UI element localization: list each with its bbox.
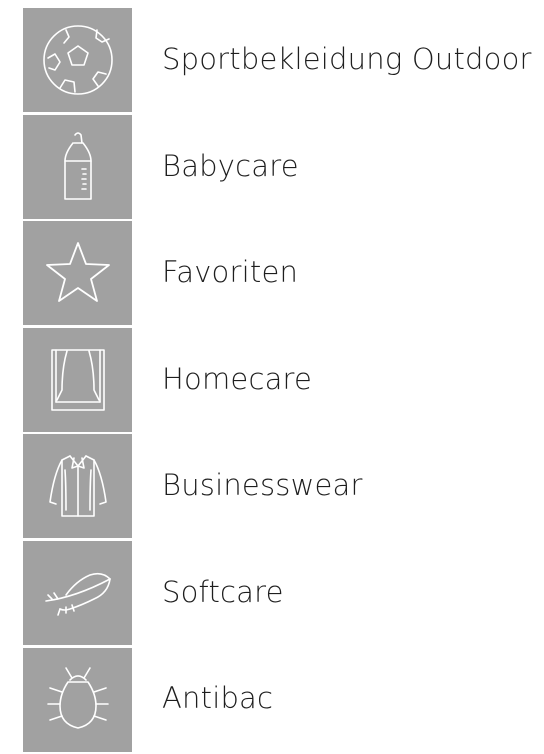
icon-tile — [23, 648, 132, 753]
icon-tile — [23, 221, 132, 325]
icon-tile — [23, 434, 132, 538]
menu-item-favoriten[interactable]: Favoriten — [23, 221, 544, 328]
menu-item-homecare[interactable]: Homecare — [23, 327, 544, 435]
soccer-ball-icon — [42, 25, 113, 95]
icon-tile — [23, 114, 132, 219]
menu-item-label: Favoriten — [162, 255, 299, 290]
menu-item-babycare[interactable]: Babycare — [23, 114, 544, 222]
menu-item-businesswear[interactable]: Businesswear — [23, 434, 544, 541]
menu-item-label: Sportbekleidung Outdoor — [162, 42, 532, 77]
menu-item-antibac[interactable]: Antibac — [23, 647, 544, 754]
feather-icon — [44, 572, 111, 616]
menu-item-sportbekleidung-outdoor[interactable]: Sportbekleidung Outdoor — [23, 8, 544, 115]
menu-item-label: Antibac — [162, 681, 274, 716]
menu-item-softcare[interactable]: Softcare — [23, 540, 544, 648]
star-icon — [45, 242, 110, 302]
icon-tile — [23, 327, 132, 432]
menu-item-label: Homecare — [162, 361, 313, 396]
menu-item-label: Softcare — [162, 574, 284, 609]
category-menu: Sportbekleidung Outdoor Babycare Favorit… — [23, 8, 544, 754]
menu-item-label: Businesswear — [162, 468, 363, 503]
curtains-icon — [50, 348, 105, 411]
menu-item-label: Babycare — [162, 148, 299, 183]
icon-tile — [23, 8, 132, 112]
shirt-icon — [48, 455, 107, 517]
bug-icon — [46, 667, 109, 730]
icon-tile — [23, 540, 132, 645]
baby-bottle-icon — [63, 131, 92, 200]
